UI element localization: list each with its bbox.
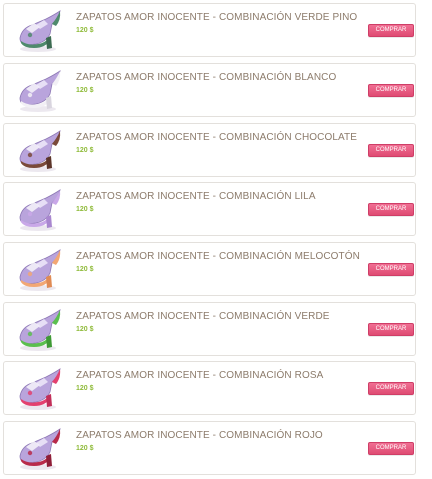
product-title[interactable]: ZAPATOS AMOR iNOCENTE - COMBiNACIÓN VERD… xyxy=(76,12,357,23)
product-card[interactable]: ZAPATOS AMOR iNOCENTE - COMBiNACIÓN BLAN… xyxy=(3,63,416,117)
buy-button[interactable]: COMPRAR xyxy=(368,203,414,216)
shoe-icon[interactable] xyxy=(16,426,64,472)
product-price: 120 $ xyxy=(76,87,94,94)
shoe-icon[interactable] xyxy=(16,187,64,233)
shoe-icon[interactable] xyxy=(16,366,64,412)
product-title[interactable]: ZAPATOS AMOR iNOCENTE - COMBiNACIÓN MELO… xyxy=(76,251,360,262)
product-title[interactable]: ZAPATOS AMOR iNOCENTE - COMBiNACIÓN LiLA xyxy=(76,191,316,202)
buy-button[interactable]: COMPRAR xyxy=(368,323,414,336)
product-card[interactable]: ZAPATOS AMOR iNOCENTE - COMBiNACIÓN MELO… xyxy=(3,242,416,296)
shoe-icon[interactable] xyxy=(16,8,64,54)
shoe-icon[interactable] xyxy=(16,307,64,353)
product-price: 120 $ xyxy=(76,147,94,154)
product-title[interactable]: ZAPATOS AMOR iNOCENTE - COMBiNACIÓN BLAN… xyxy=(76,72,336,83)
buy-button[interactable]: COMPRAR xyxy=(368,144,414,157)
buy-button[interactable]: COMPRAR xyxy=(368,382,414,395)
product-price: 120 $ xyxy=(76,27,94,34)
shoe-icon[interactable] xyxy=(16,247,64,293)
buy-button[interactable]: COMPRAR xyxy=(368,84,414,97)
product-card[interactable]: ZAPATOS AMOR iNOCENTE - COMBiNACIÓN VERD… xyxy=(3,302,416,356)
product-title[interactable]: ZAPATOS AMOR iNOCENTE - COMBiNACIÓN ROSA xyxy=(76,370,323,381)
product-title[interactable]: ZAPATOS AMOR iNOCENTE - COMBiNACIÓN VERD… xyxy=(76,311,330,322)
product-card[interactable]: ZAPATOS AMOR iNOCENTE - COMBiNACIÓN VERD… xyxy=(3,3,416,57)
buy-button[interactable]: COMPRAR xyxy=(368,263,414,276)
product-card[interactable]: ZAPATOS AMOR iNOCENTE - COMBiNACIÓN CHOC… xyxy=(3,123,416,177)
product-card[interactable]: ZAPATOS AMOR iNOCENTE - COMBiNACIÓN ROSA… xyxy=(3,361,416,415)
product-price: 120 $ xyxy=(76,445,94,452)
product-list: ZAPATOS AMOR iNOCENTE - COMBiNACIÓN VERD… xyxy=(0,0,432,479)
shoe-icon[interactable] xyxy=(16,128,64,174)
product-title[interactable]: ZAPATOS AMOR iNOCENTE - COMBiNACIÓN CHOC… xyxy=(76,132,357,143)
product-card[interactable]: ZAPATOS AMOR iNOCENTE - COMBiNACIÓN LiLA… xyxy=(3,182,416,236)
product-card[interactable]: ZAPATOS AMOR iNOCENTE - COMBiNACIÓN ROJO… xyxy=(3,421,416,475)
product-price: 120 $ xyxy=(76,206,94,213)
buy-button[interactable]: COMPRAR xyxy=(368,442,414,455)
product-price: 120 $ xyxy=(76,326,94,333)
shoe-icon[interactable] xyxy=(16,68,64,114)
product-price: 120 $ xyxy=(76,266,94,273)
buy-button[interactable]: COMPRAR xyxy=(368,24,414,37)
product-title[interactable]: ZAPATOS AMOR iNOCENTE - COMBiNACIÓN ROJO xyxy=(76,430,323,441)
product-price: 120 $ xyxy=(76,385,94,392)
